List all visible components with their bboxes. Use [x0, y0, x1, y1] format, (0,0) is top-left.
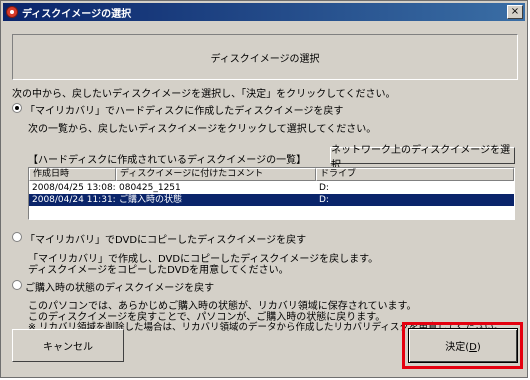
cancel-button[interactable]: キャンセル [12, 329, 124, 362]
column-drive[interactable]: ドライブ [316, 168, 514, 181]
list-item-selected[interactable]: 2008/04/24 11:31:50 ご購入時の状態 D: [29, 194, 514, 206]
close-button[interactable]: × [507, 5, 523, 19]
option1-subtext: 次の一覧から、戻したいディスクイメージをクリックして選択してください。 [28, 124, 377, 135]
row-comment: ご購入時の状態 [119, 195, 183, 205]
radio-factory-image[interactable] [12, 280, 22, 290]
radio-dvd-label[interactable]: 「マイリカバリ」でDVDにコピーしたディスクイメージを戻す [25, 231, 306, 246]
disk-image-list[interactable]: 作成日時 ディスクイメージに付けたコメント ドライブ 2008/04/25 13… [28, 167, 515, 220]
header-box: ディスクイメージの選択 [12, 34, 518, 80]
network-image-button-label: ネットワーク上のディスクイメージを選択 [331, 144, 511, 171]
title-bar: ディスクイメージの選択 × [3, 3, 525, 21]
row-comment: 080425_1251 [119, 183, 181, 193]
row-date: 2008/04/24 11:31:50 [32, 195, 116, 205]
column-date[interactable]: 作成日時 [29, 168, 116, 181]
window-title: ディスクイメージの選択 [22, 8, 132, 20]
app-icon [6, 6, 18, 18]
row-date: 2008/04/25 13:08:52 [32, 183, 116, 193]
radio-harddisk-image[interactable] [12, 103, 22, 113]
network-image-button[interactable]: ネットワーク上のディスクイメージを選択 [330, 145, 515, 171]
list-header: 作成日時 ディスクイメージに付けたコメント ドライブ [29, 168, 514, 181]
row-drive: D: [319, 183, 329, 193]
instruction-text: 次の中から、戻したいディスクイメージを選択し、「決定」をクリックしてください。 [12, 89, 396, 100]
radio-dvd-image[interactable] [12, 232, 22, 242]
image-list-caption: 【ハードディスクに作成されているディスクイメージの一覧】 [28, 155, 307, 166]
ok-button-highlight [402, 322, 523, 369]
dialog-window: ディスクイメージの選択 × ディスクイメージの選択 次の中から、戻したいディスク… [0, 0, 528, 378]
row-drive: D: [319, 195, 329, 205]
radio-harddisk-label[interactable]: 「マイリカバリ」でハードディスクに作成したディスクイメージを戻す [25, 102, 343, 117]
list-item[interactable]: 2008/04/25 13:08:52 080425_1251 D: [29, 182, 514, 194]
radio-factory-label[interactable]: ご購入時の状態のディスクイメージを戻す [25, 279, 214, 294]
option2-desc-2: ディスクイメージをコピーしたDVDを用意してください。 [28, 265, 289, 276]
header-title: ディスクイメージの選択 [210, 53, 320, 65]
column-comment[interactable]: ディスクイメージに付けたコメント [116, 168, 316, 181]
cancel-button-label: キャンセル [43, 342, 93, 353]
